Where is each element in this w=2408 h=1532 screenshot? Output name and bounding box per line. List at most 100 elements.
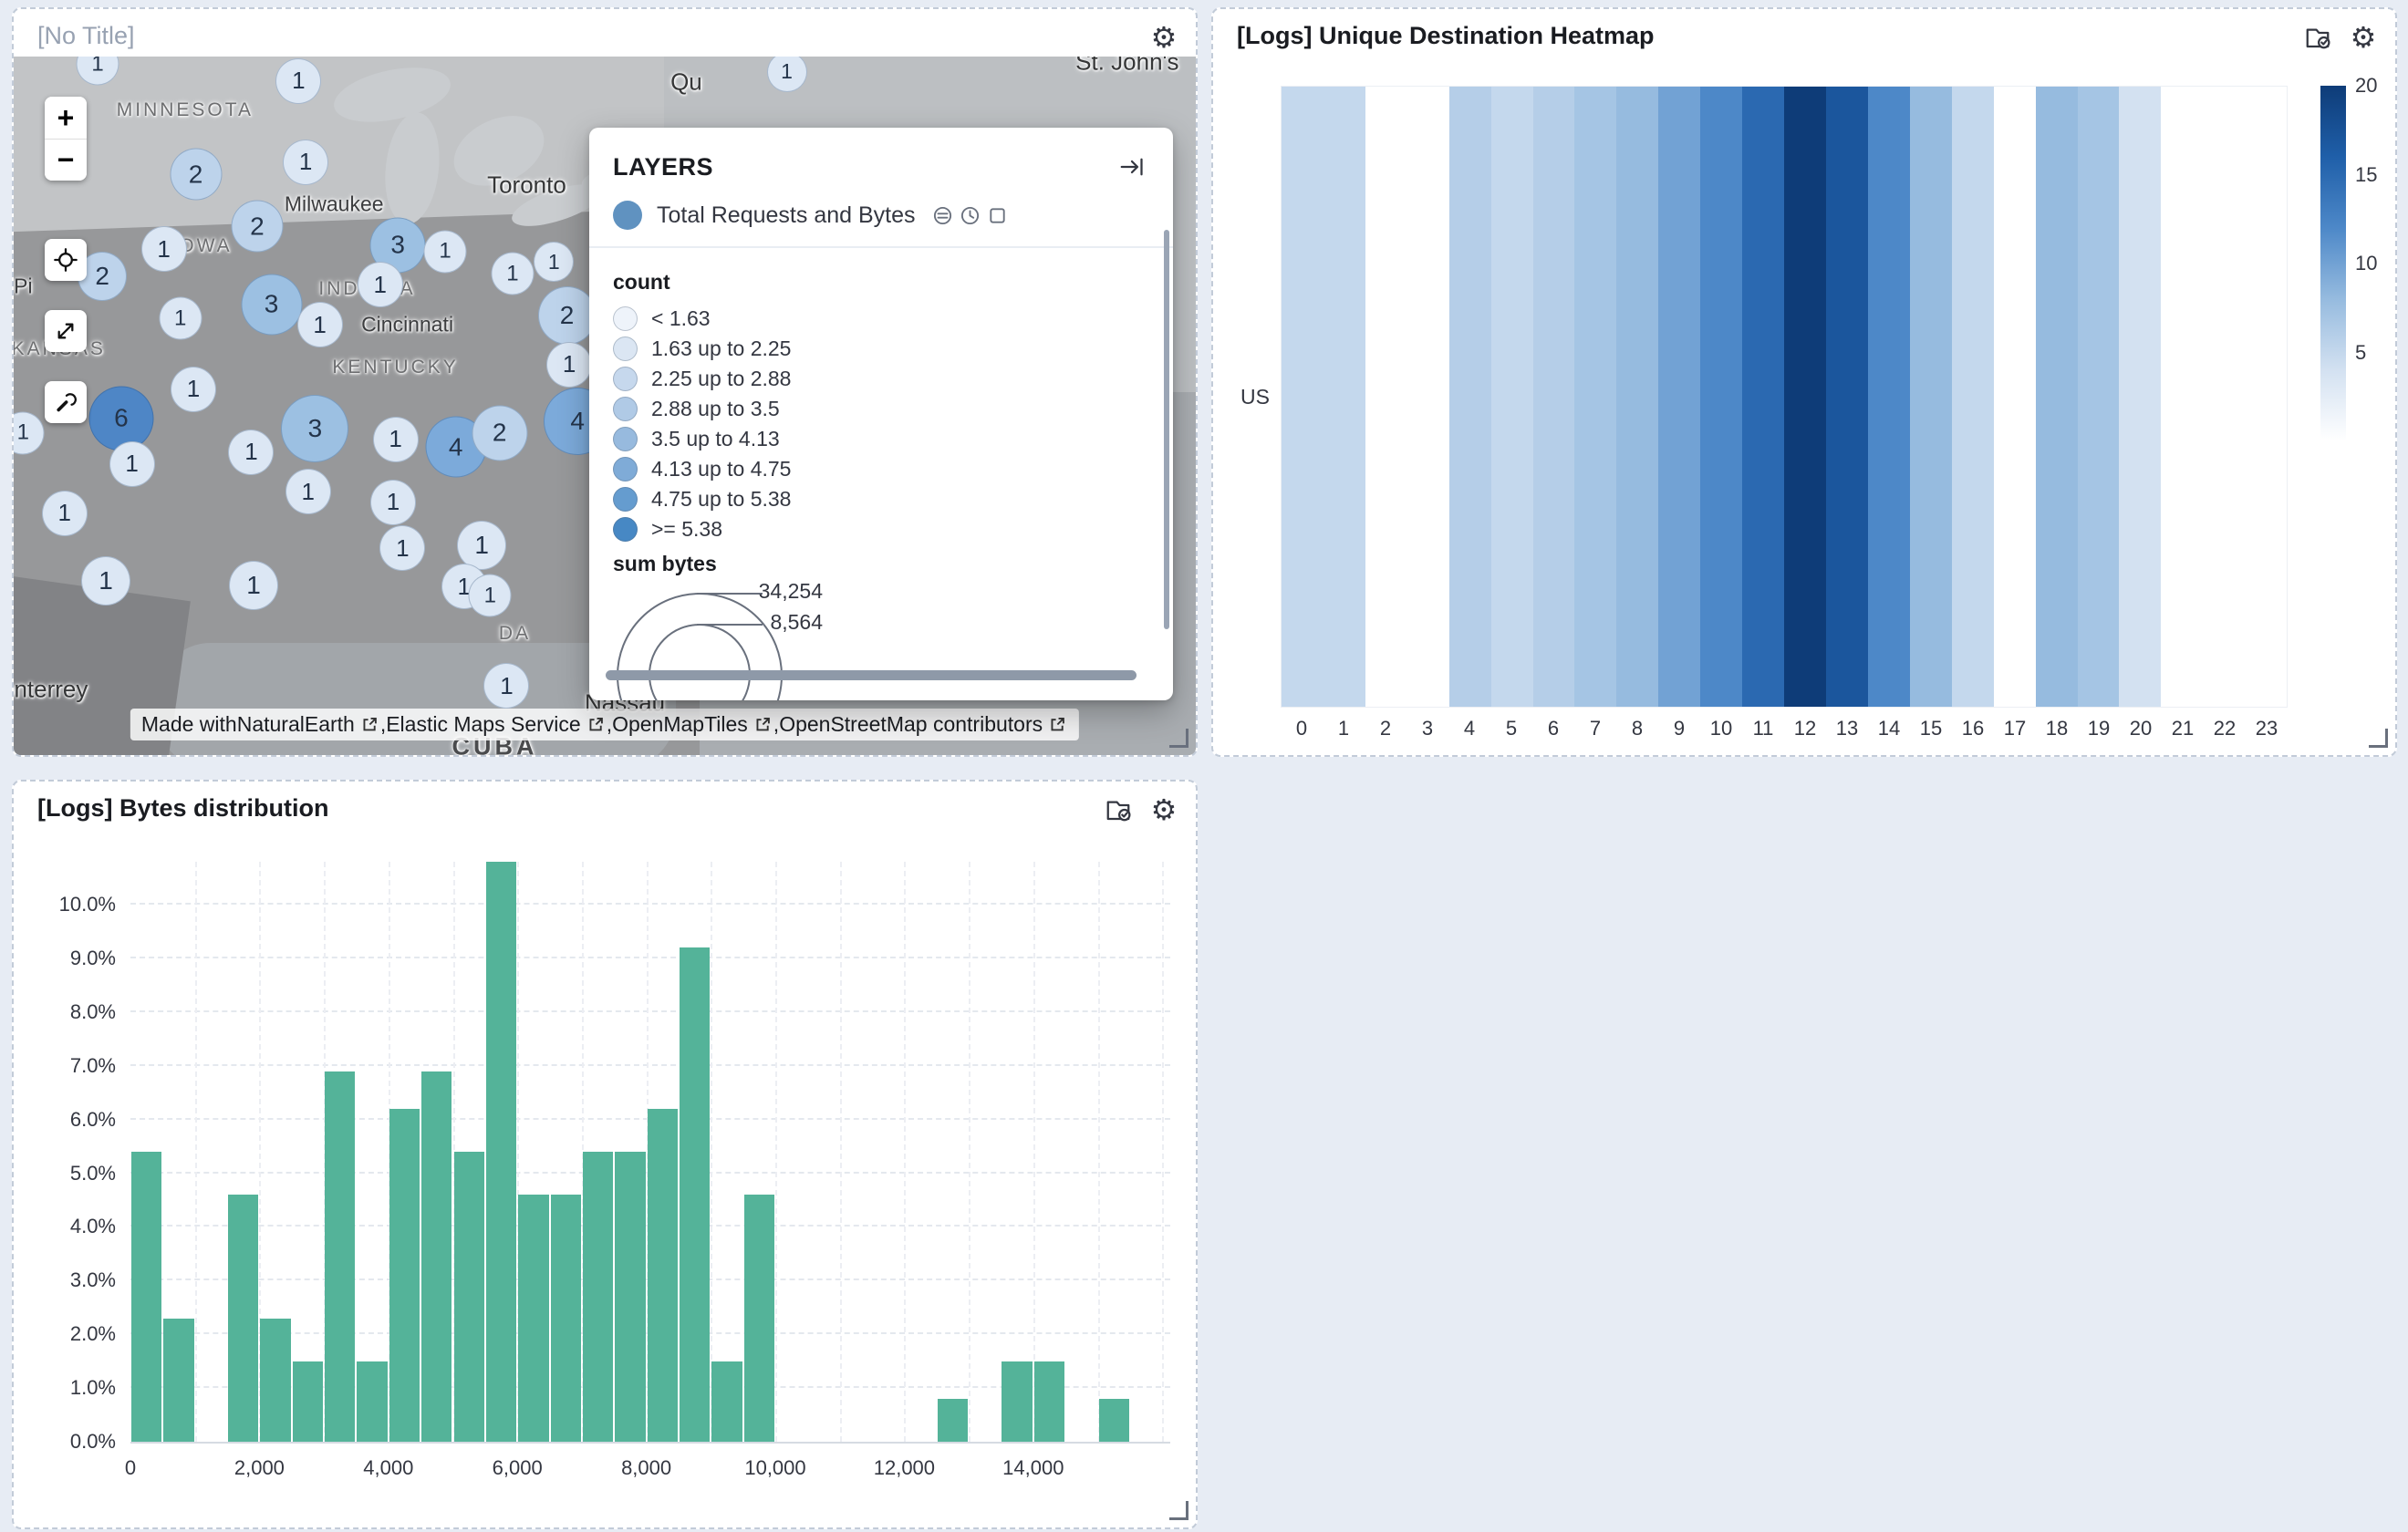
map-cluster-marker[interactable]: 1: [297, 302, 343, 347]
fit-to-data-button[interactable]: [45, 310, 87, 352]
heatmap-cell[interactable]: [1994, 87, 2036, 707]
histogram-bar[interactable]: [680, 947, 710, 1442]
attribution-link-openmaptiles[interactable]: OpenMapTiles: [612, 712, 773, 737]
histogram-bar[interactable]: [357, 1361, 387, 1442]
histogram-bar[interactable]: [1034, 1361, 1064, 1442]
heatmap-cell[interactable]: [1282, 87, 1323, 707]
map-cluster-marker[interactable]: 1: [171, 367, 216, 412]
heatmap-cell[interactable]: [2078, 87, 2120, 707]
map-panel-settings-button[interactable]: ⚙: [1145, 18, 1183, 57]
histogram-bar[interactable]: [454, 1152, 484, 1442]
map-cluster-marker[interactable]: 2: [538, 286, 597, 345]
map-cluster-marker[interactable]: 1: [373, 417, 419, 462]
draw-tools-button[interactable]: [45, 381, 87, 423]
heatmap-cell[interactable]: [1491, 87, 1533, 707]
heatmap-cell[interactable]: [2203, 87, 2245, 707]
histogram-bar[interactable]: [389, 1109, 420, 1442]
map-cluster-marker[interactable]: 2: [231, 201, 283, 253]
heatmap-cell[interactable]: [1365, 87, 1407, 707]
vertical-scrollbar[interactable]: [1164, 230, 1169, 629]
histogram-bar[interactable]: [615, 1152, 645, 1442]
heatmap-cell[interactable]: [1868, 87, 1910, 707]
attribution-link-openstreetmap[interactable]: OpenStreetMap contributors: [779, 712, 1068, 737]
map-cluster-marker[interactable]: 3: [281, 395, 348, 462]
zoom-out-button[interactable]: −: [45, 139, 87, 181]
map-cluster-marker[interactable]: 1: [546, 342, 592, 388]
map-cluster-marker[interactable]: 1: [534, 242, 574, 282]
map-cluster-marker[interactable]: 1: [358, 262, 403, 307]
attribution-link-naturalearth[interactable]: NaturalEarth: [237, 712, 380, 737]
heatmap-cell[interactable]: [2245, 87, 2287, 707]
map-cluster-marker[interactable]: 1: [275, 58, 321, 104]
heatmap-cell[interactable]: [1323, 87, 1365, 707]
heatmap-cell[interactable]: [1574, 87, 1616, 707]
histogram-bar[interactable]: [1099, 1399, 1129, 1442]
histogram-bar[interactable]: [648, 1109, 678, 1442]
histogram-bar[interactable]: [938, 1399, 968, 1442]
heatmap-cell[interactable]: [1952, 87, 1994, 707]
heatmap-cell[interactable]: [1700, 87, 1742, 707]
map-cluster-marker[interactable]: 2: [472, 405, 527, 461]
map-cluster-marker[interactable]: 1: [370, 480, 416, 525]
map-cluster-marker[interactable]: 1: [491, 253, 534, 295]
heatmap-panel-settings-button[interactable]: ⚙: [2344, 18, 2382, 57]
map-cluster-marker[interactable]: 3: [241, 274, 302, 335]
histogram-bar[interactable]: [486, 862, 516, 1442]
collapse-layers-button[interactable]: [1113, 148, 1151, 186]
histogram-bar[interactable]: [1002, 1361, 1032, 1442]
heatmap-cell[interactable]: [1407, 87, 1449, 707]
map-cluster-marker[interactable]: 1: [424, 230, 467, 273]
map-cluster-marker[interactable]: 1: [379, 525, 425, 571]
histogram-bar[interactable]: [583, 1152, 613, 1442]
heatmap-cell[interactable]: [1616, 87, 1658, 707]
map-cluster-marker[interactable]: 1: [42, 491, 88, 536]
histogram-bar[interactable]: [228, 1195, 258, 1442]
heatmap-cell[interactable]: [1533, 87, 1575, 707]
map-cluster-marker[interactable]: 1: [81, 556, 130, 606]
set-view-button[interactable]: [45, 239, 87, 281]
heatmap-cell[interactable]: [1784, 87, 1826, 707]
layer-name[interactable]: Total Requests and Bytes: [657, 202, 916, 229]
map-cluster-marker[interactable]: 1: [109, 441, 155, 487]
map-cluster-marker[interactable]: 1: [141, 226, 187, 272]
attribution-link-elastic-maps[interactable]: Elastic Maps Service: [386, 712, 606, 737]
map-cluster-marker[interactable]: 1: [229, 561, 278, 610]
map-cluster-marker[interactable]: 1: [159, 297, 202, 340]
heatmap-cell[interactable]: [1742, 87, 1784, 707]
heatmap-cell[interactable]: [1826, 87, 1868, 707]
map-cluster-marker[interactable]: 1: [14, 411, 45, 454]
histogram-bar[interactable]: [260, 1319, 290, 1442]
panel-resize-handle[interactable]: [2369, 729, 2388, 748]
histogram-bar[interactable]: [293, 1361, 323, 1442]
heatmap-cell[interactable]: [1449, 87, 1491, 707]
panel-resize-handle[interactable]: [1169, 1501, 1188, 1520]
heatmap-cell[interactable]: [2161, 87, 2203, 707]
map-cluster-marker[interactable]: 1: [285, 469, 331, 514]
heatmap-cell[interactable]: [1910, 87, 1952, 707]
histogram-bar[interactable]: [518, 1195, 548, 1442]
map-cluster-marker[interactable]: 1: [469, 574, 512, 617]
heatmap-cell[interactable]: [1658, 87, 1700, 707]
layer-row[interactable]: Total Requests and Bytes: [589, 197, 1173, 246]
bytes-panel-settings-button[interactable]: ⚙: [1145, 791, 1183, 829]
horizontal-scrollbar[interactable]: [606, 670, 1137, 680]
map-canvas[interactable]: MINNESOTAMilwaukeeTorontoIOWAINDIANACinc…: [14, 57, 1196, 755]
zoom-in-button[interactable]: +: [45, 97, 87, 139]
map-cluster-marker[interactable]: 1: [483, 663, 529, 709]
histogram-bar[interactable]: [325, 1071, 355, 1442]
heatmap-cell[interactable]: [2036, 87, 2078, 707]
map-cluster-marker[interactable]: 6: [88, 386, 153, 450]
histogram-bar[interactable]: [163, 1319, 193, 1442]
map-cluster-marker[interactable]: 2: [170, 149, 222, 201]
panel-resize-handle[interactable]: [1169, 729, 1188, 748]
map-cluster-marker[interactable]: 1: [457, 521, 506, 570]
save-to-library-button[interactable]: [2299, 18, 2337, 57]
histogram-bar[interactable]: [744, 1195, 774, 1442]
heatmap-cell[interactable]: [2119, 87, 2161, 707]
histogram-bar[interactable]: [131, 1152, 161, 1442]
histogram-bar[interactable]: [421, 1071, 452, 1442]
save-to-library-button[interactable]: [1099, 791, 1137, 829]
map-cluster-marker[interactable]: 1: [228, 430, 274, 475]
histogram-bar[interactable]: [711, 1361, 742, 1442]
histogram-bar[interactable]: [551, 1195, 581, 1442]
